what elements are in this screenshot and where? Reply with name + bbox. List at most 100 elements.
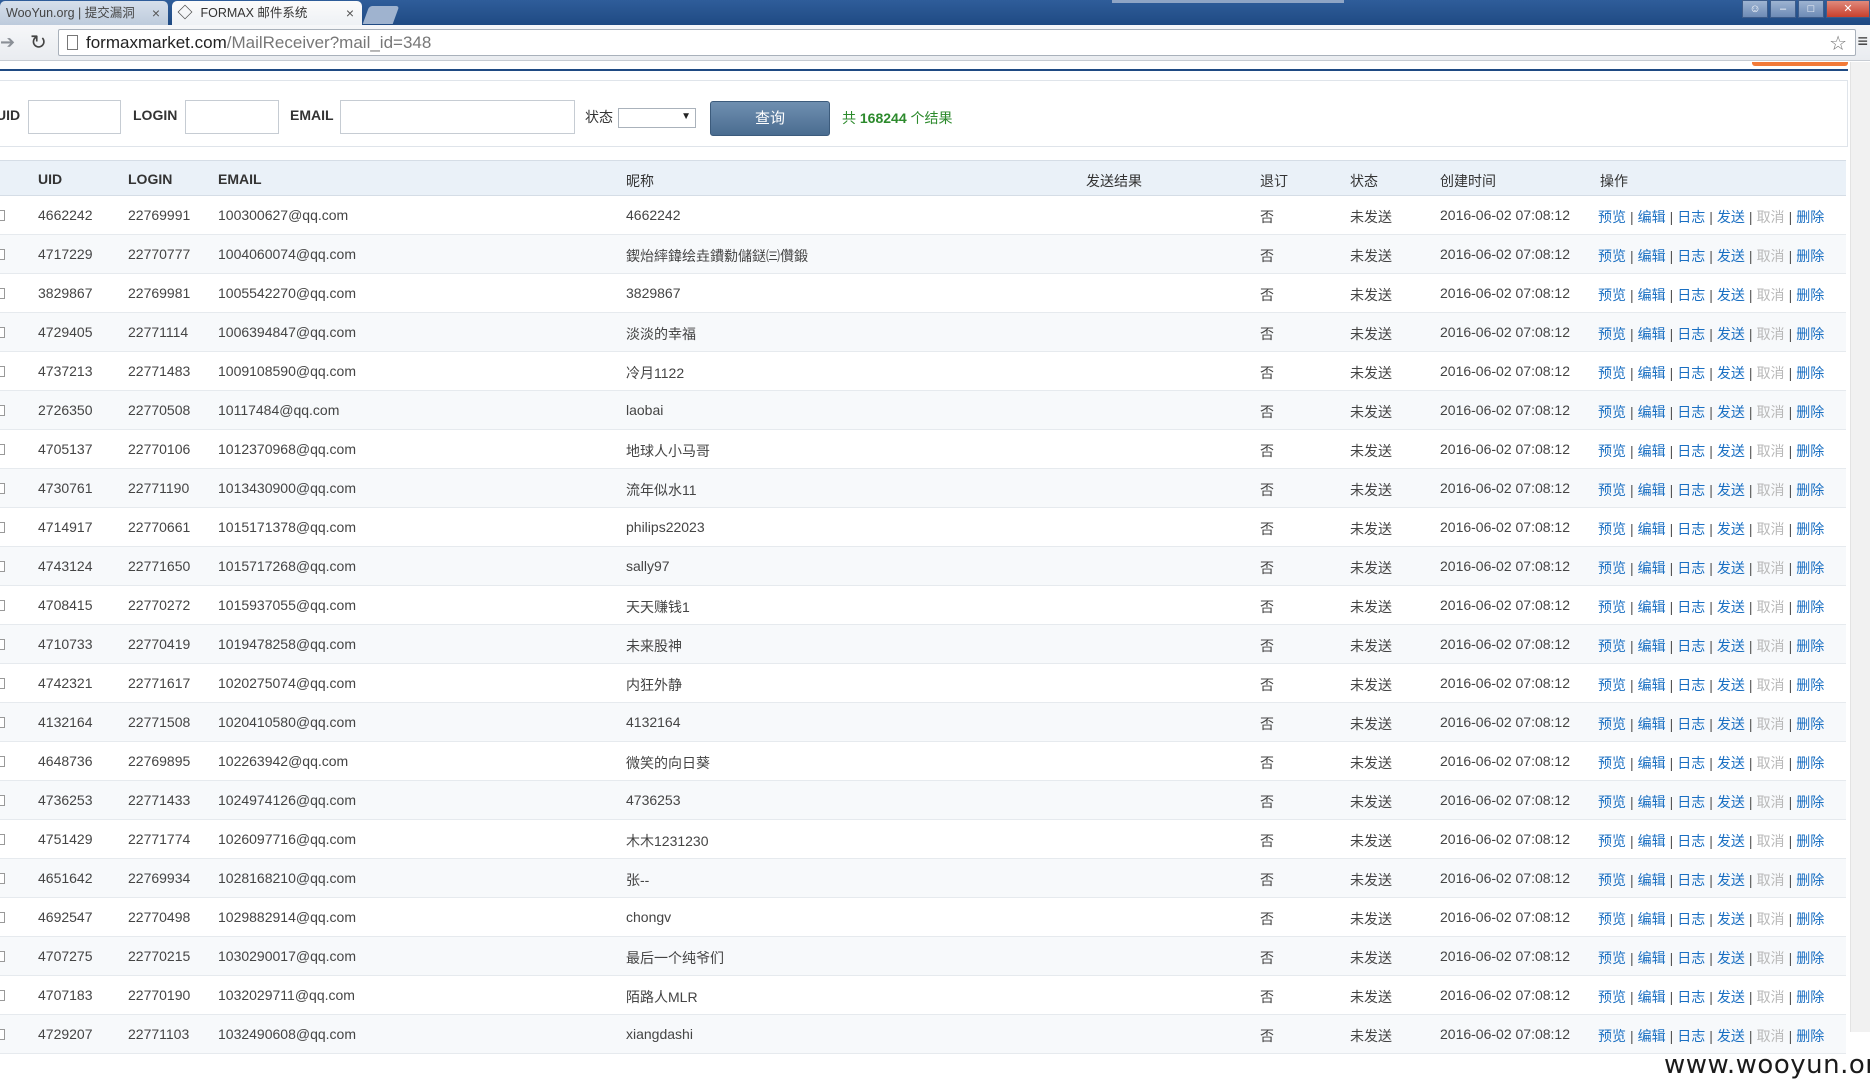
edit-link[interactable]: 编辑	[1638, 638, 1666, 654]
preview-link[interactable]: 预览	[1598, 209, 1626, 225]
log-link[interactable]: 日志	[1677, 794, 1705, 810]
preview-link[interactable]: 预览	[1598, 716, 1626, 732]
preview-link[interactable]: 预览	[1598, 872, 1626, 888]
send-link[interactable]: 发送	[1717, 833, 1745, 849]
edit-link[interactable]: 编辑	[1638, 677, 1666, 693]
delete-link[interactable]: 删除	[1796, 872, 1824, 888]
log-link[interactable]: 日志	[1677, 404, 1705, 420]
row-checkbox[interactable]	[0, 756, 5, 767]
delete-link[interactable]: 删除	[1796, 989, 1824, 1005]
send-link[interactable]: 发送	[1717, 638, 1745, 654]
row-checkbox[interactable]	[0, 405, 5, 416]
row-checkbox[interactable]	[0, 327, 5, 338]
cancel-link[interactable]: 取消	[1757, 404, 1785, 420]
row-checkbox[interactable]	[0, 678, 5, 689]
row-checkbox[interactable]	[0, 288, 5, 299]
row-checkbox[interactable]	[0, 210, 5, 221]
send-link[interactable]: 发送	[1717, 911, 1745, 927]
edit-link[interactable]: 编辑	[1638, 755, 1666, 771]
edit-link[interactable]: 编辑	[1638, 872, 1666, 888]
preview-link[interactable]: 预览	[1598, 482, 1626, 498]
log-link[interactable]: 日志	[1677, 482, 1705, 498]
forward-icon[interactable]: ➔	[0, 32, 15, 53]
send-link[interactable]: 发送	[1717, 404, 1745, 420]
preview-link[interactable]: 预览	[1598, 950, 1626, 966]
row-checkbox[interactable]	[0, 873, 5, 884]
log-link[interactable]: 日志	[1677, 833, 1705, 849]
cancel-link[interactable]: 取消	[1757, 326, 1785, 342]
delete-link[interactable]: 删除	[1796, 716, 1824, 732]
edit-link[interactable]: 编辑	[1638, 599, 1666, 615]
cancel-link[interactable]: 取消	[1757, 599, 1785, 615]
log-link[interactable]: 日志	[1677, 872, 1705, 888]
edit-link[interactable]: 编辑	[1638, 326, 1666, 342]
query-button[interactable]: 查询	[710, 101, 830, 136]
row-checkbox[interactable]	[0, 912, 5, 923]
maximize-icon[interactable]: □	[1798, 0, 1824, 18]
cancel-link[interactable]: 取消	[1757, 638, 1785, 654]
login-input[interactable]	[185, 100, 279, 134]
send-link[interactable]: 发送	[1717, 521, 1745, 537]
row-checkbox[interactable]	[0, 834, 5, 845]
send-link[interactable]: 发送	[1717, 1028, 1745, 1044]
row-checkbox[interactable]	[0, 639, 5, 650]
new-tab-button[interactable]	[362, 6, 400, 24]
row-checkbox[interactable]	[0, 522, 5, 533]
cancel-link[interactable]: 取消	[1757, 287, 1785, 303]
send-link[interactable]: 发送	[1717, 716, 1745, 732]
edit-link[interactable]: 编辑	[1638, 911, 1666, 927]
send-link[interactable]: 发送	[1717, 326, 1745, 342]
preview-link[interactable]: 预览	[1598, 794, 1626, 810]
tab-formax[interactable]: FORMAX 邮件系统 ×	[172, 1, 362, 25]
cancel-link[interactable]: 取消	[1757, 560, 1785, 576]
row-checkbox[interactable]	[0, 1029, 5, 1040]
delete-link[interactable]: 删除	[1796, 521, 1824, 537]
send-link[interactable]: 发送	[1717, 560, 1745, 576]
cancel-link[interactable]: 取消	[1757, 209, 1785, 225]
edit-link[interactable]: 编辑	[1638, 989, 1666, 1005]
log-link[interactable]: 日志	[1677, 209, 1705, 225]
delete-link[interactable]: 删除	[1796, 443, 1824, 459]
row-checkbox[interactable]	[0, 561, 5, 572]
delete-link[interactable]: 删除	[1796, 794, 1824, 810]
send-link[interactable]: 发送	[1717, 365, 1745, 381]
delete-link[interactable]: 删除	[1796, 248, 1824, 264]
edit-link[interactable]: 编辑	[1638, 248, 1666, 264]
preview-link[interactable]: 预览	[1598, 677, 1626, 693]
row-checkbox[interactable]	[0, 951, 5, 962]
preview-link[interactable]: 预览	[1598, 755, 1626, 771]
delete-link[interactable]: 删除	[1796, 911, 1824, 927]
edit-link[interactable]: 编辑	[1638, 794, 1666, 810]
delete-link[interactable]: 删除	[1796, 950, 1824, 966]
reload-icon[interactable]: ↻	[30, 30, 47, 55]
send-link[interactable]: 发送	[1717, 443, 1745, 459]
send-link[interactable]: 发送	[1717, 677, 1745, 693]
delete-link[interactable]: 删除	[1796, 287, 1824, 303]
edit-link[interactable]: 编辑	[1638, 404, 1666, 420]
log-link[interactable]: 日志	[1677, 365, 1705, 381]
log-link[interactable]: 日志	[1677, 755, 1705, 771]
preview-link[interactable]: 预览	[1598, 404, 1626, 420]
cancel-link[interactable]: 取消	[1757, 989, 1785, 1005]
row-checkbox[interactable]	[0, 990, 5, 1001]
edit-link[interactable]: 编辑	[1638, 950, 1666, 966]
cancel-link[interactable]: 取消	[1757, 521, 1785, 537]
log-link[interactable]: 日志	[1677, 950, 1705, 966]
log-link[interactable]: 日志	[1677, 989, 1705, 1005]
edit-link[interactable]: 编辑	[1638, 443, 1666, 459]
send-link[interactable]: 发送	[1717, 950, 1745, 966]
cancel-link[interactable]: 取消	[1757, 1028, 1785, 1044]
edit-link[interactable]: 编辑	[1638, 209, 1666, 225]
preview-link[interactable]: 预览	[1598, 443, 1626, 459]
uid-input[interactable]	[28, 100, 121, 134]
log-link[interactable]: 日志	[1677, 521, 1705, 537]
cancel-link[interactable]: 取消	[1757, 833, 1785, 849]
menu-icon[interactable]: ≡	[1857, 31, 1868, 52]
delete-link[interactable]: 删除	[1796, 677, 1824, 693]
row-checkbox[interactable]	[0, 795, 5, 806]
log-link[interactable]: 日志	[1677, 599, 1705, 615]
address-bar[interactable]: formaxmarket.com/MailReceiver?mail_id=34…	[58, 29, 1856, 56]
log-link[interactable]: 日志	[1677, 326, 1705, 342]
log-link[interactable]: 日志	[1677, 443, 1705, 459]
cancel-link[interactable]: 取消	[1757, 950, 1785, 966]
